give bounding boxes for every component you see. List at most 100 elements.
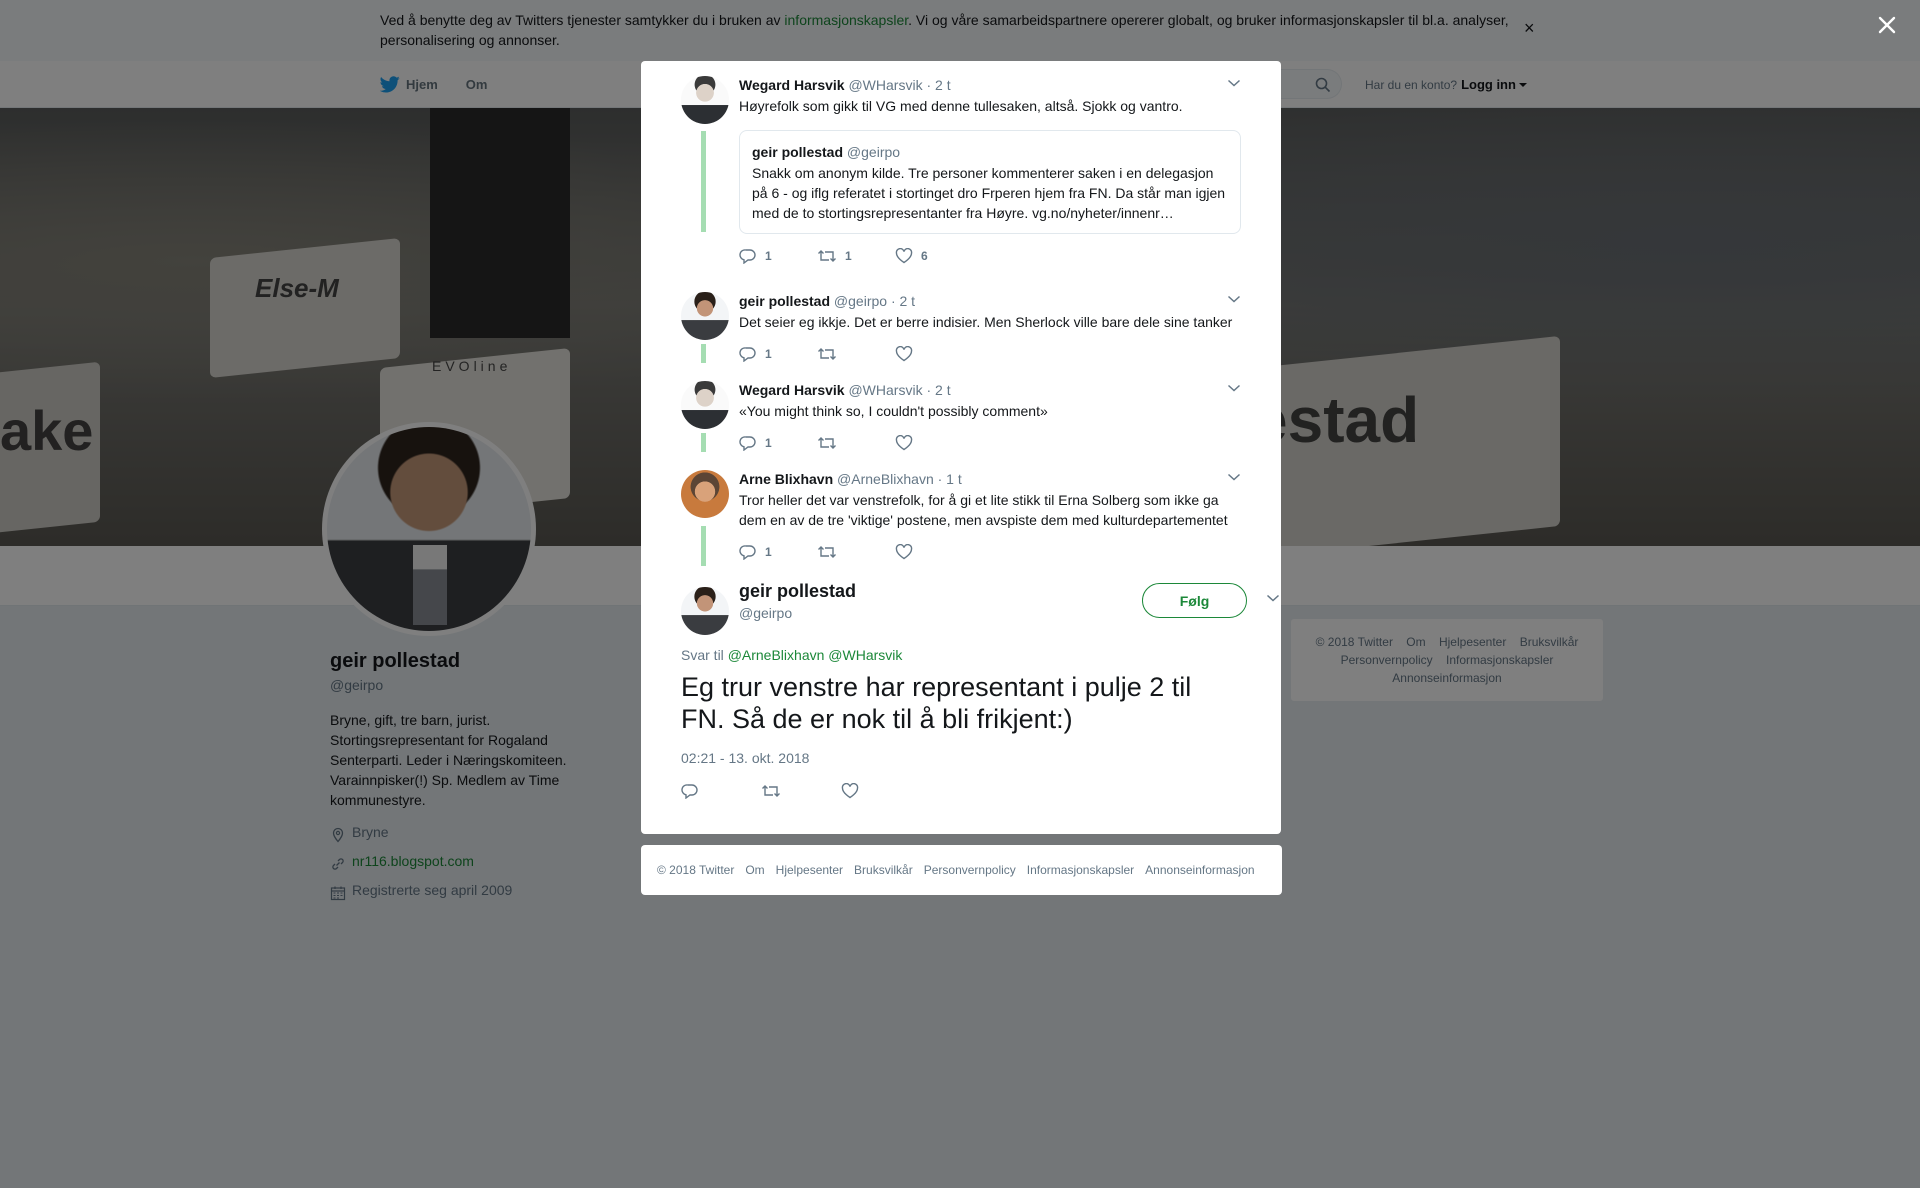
reply-mention-link[interactable]: @ArneBlixhavn — [728, 647, 825, 663]
tweet-content: Arne Blixhavn @ArneBlixhavn · 1 t Tror h… — [739, 470, 1241, 562]
main-tweet-author-name[interactable]: geir pollestad — [739, 581, 856, 602]
tweet-text: Tror heller det var venstrefolk, for å g… — [739, 492, 1228, 528]
tweet-author-name[interactable]: Wegard Harsvik — [739, 77, 845, 93]
tweet-header: geir pollestad @geirpo · 2 t — [739, 292, 1241, 310]
main-tweet-timestamp[interactable]: 02:21 - 13. okt. 2018 — [681, 750, 809, 766]
tweet-content: geir pollestad @geirpo · 2 t Det seier e… — [739, 292, 1241, 364]
reply-context: Svar til @ArneBlixhavn @WHarsvik — [681, 647, 902, 663]
reply-button[interactable] — [681, 783, 761, 799]
tweet-author-handle[interactable]: @geirpo — [834, 293, 887, 309]
tweet-author-name[interactable]: Wegard Harsvik — [739, 382, 845, 398]
tweet-content: Wegard Harsvik @WHarsvik · 2 t Høyrefolk… — [739, 76, 1241, 266]
chevron-down-icon[interactable] — [1227, 78, 1241, 88]
heart-icon — [895, 346, 913, 362]
reply-button[interactable]: 1 — [739, 248, 817, 264]
retweet-icon — [818, 437, 836, 449]
footer-privacy[interactable]: Personvernpolicy — [924, 863, 1016, 877]
thread-tweet[interactable]: Wegard Harsvik @WHarsvik · 2 t Høyrefolk… — [681, 76, 1241, 276]
thread-tweet[interactable]: geir pollestad @geirpo · 2 t Det seier e… — [681, 292, 1241, 362]
avatar[interactable] — [681, 587, 729, 635]
main-tweet-author-handle[interactable]: @geirpo — [739, 605, 792, 621]
tweet-time[interactable]: · 1 t — [938, 471, 962, 487]
thread-tweet[interactable]: Arne Blixhavn @ArneBlixhavn · 1 t Tror h… — [681, 470, 1241, 560]
quoted-tweet-header: geir pollestad @geirpo — [752, 143, 1228, 161]
like-button[interactable] — [841, 783, 921, 799]
avatar[interactable] — [681, 292, 729, 340]
retweet-icon — [818, 250, 836, 262]
reply-icon — [739, 545, 756, 560]
quoted-author-name: geir pollestad — [752, 144, 844, 160]
quoted-tweet[interactable]: geir pollestad @geirpo Snakk om anonym k… — [739, 130, 1241, 234]
reply-prefix: Svar til — [681, 647, 724, 663]
reply-mention-link[interactable]: @WHarsvik — [828, 647, 902, 663]
reply-icon — [739, 249, 756, 264]
main-tweet-text: Eg trur venstre har representant i pulje… — [681, 672, 1192, 734]
reply-icon — [739, 347, 756, 362]
quoted-author-handle: @geirpo — [846, 144, 901, 160]
heart-icon — [841, 783, 859, 799]
like-button[interactable] — [895, 435, 973, 451]
reply-icon — [739, 436, 756, 451]
chevron-down-icon[interactable] — [1227, 294, 1241, 304]
retweet-button[interactable]: 1 — [817, 248, 895, 264]
reply-button[interactable]: 1 — [739, 346, 817, 362]
like-button[interactable]: 6 — [895, 248, 973, 264]
tweet-time[interactable]: · 2 t — [926, 77, 950, 93]
main-tweet-actions — [681, 783, 921, 799]
tweet-header: Wegard Harsvik @WHarsvik · 2 t — [739, 76, 1241, 94]
quoted-tweet-text: Snakk om anonym kilde. Tre personer komm… — [752, 165, 1226, 221]
reply-count: 1 — [765, 545, 772, 559]
tweet-actions: 1 1 6 — [739, 246, 1241, 266]
tweet-author-name[interactable]: Arne Blixhavn — [739, 471, 833, 487]
tweet-actions: 1 — [739, 542, 1241, 562]
reply-button[interactable]: 1 — [739, 544, 817, 560]
tweet-time[interactable]: · 2 t — [926, 382, 950, 398]
tweet-time[interactable]: · 2 t — [891, 293, 915, 309]
retweet-icon — [818, 546, 836, 558]
thread-tweet[interactable]: Wegard Harsvik @WHarsvik · 2 t «You migh… — [681, 381, 1241, 451]
retweet-button[interactable] — [761, 783, 841, 799]
heart-icon — [895, 544, 913, 560]
retweet-button[interactable] — [817, 544, 895, 560]
reply-count: 1 — [765, 249, 772, 263]
heart-icon — [895, 435, 913, 451]
retweet-button[interactable] — [817, 435, 895, 451]
tweet-text: Det seier eg ikkje. Det er berre indisie… — [739, 314, 1233, 330]
cookie-banner-dim — [0, 0, 1920, 61]
modal-footer: © 2018 Twitter Om Hjelpesenter Bruksvilk… — [641, 845, 1282, 895]
retweet-button[interactable] — [817, 346, 895, 362]
footer-copyright[interactable]: © 2018 Twitter — [657, 863, 734, 877]
chevron-down-icon[interactable] — [1227, 383, 1241, 393]
tweet-actions: 1 — [739, 344, 1241, 364]
footer-about[interactable]: Om — [745, 863, 764, 877]
heart-icon — [895, 248, 913, 264]
reply-icon — [681, 784, 698, 799]
avatar[interactable] — [681, 470, 729, 518]
tweet-conversation-modal: Wegard Harsvik @WHarsvik · 2 t Høyrefolk… — [641, 61, 1281, 834]
tweet-header: Arne Blixhavn @ArneBlixhavn · 1 t — [739, 470, 1241, 488]
footer-terms[interactable]: Bruksvilkår — [854, 863, 913, 877]
chevron-down-icon[interactable] — [1227, 472, 1241, 482]
tweet-author-handle[interactable]: @WHarsvik — [848, 382, 922, 398]
tweet-content: Wegard Harsvik @WHarsvik · 2 t «You migh… — [739, 381, 1241, 453]
tweet-author-name[interactable]: geir pollestad — [739, 293, 830, 309]
footer-cookies[interactable]: Informasjonskapsler — [1027, 863, 1134, 877]
close-modal-button[interactable] — [1872, 10, 1902, 40]
like-button[interactable] — [895, 346, 973, 362]
avatar[interactable] — [681, 381, 729, 429]
footer-ads-info[interactable]: Annonseinformasjon — [1145, 863, 1254, 877]
footer-help[interactable]: Hjelpesenter — [776, 863, 843, 877]
tweet-actions: 1 — [739, 433, 1241, 453]
retweet-icon — [818, 348, 836, 360]
like-button[interactable] — [895, 544, 973, 560]
tweet-author-handle[interactable]: @ArneBlixhavn — [837, 471, 934, 487]
follow-button[interactable]: Følg — [1142, 583, 1247, 618]
reply-button[interactable]: 1 — [739, 435, 817, 451]
retweet-count: 1 — [845, 249, 852, 263]
avatar[interactable] — [681, 76, 729, 124]
like-count: 6 — [921, 249, 928, 263]
chevron-down-icon[interactable] — [1266, 593, 1280, 603]
tweet-author-handle[interactable]: @WHarsvik — [848, 77, 922, 93]
close-icon — [1878, 16, 1896, 34]
tweet-text: Høyrefolk som gikk til VG med denne tull… — [739, 98, 1183, 114]
